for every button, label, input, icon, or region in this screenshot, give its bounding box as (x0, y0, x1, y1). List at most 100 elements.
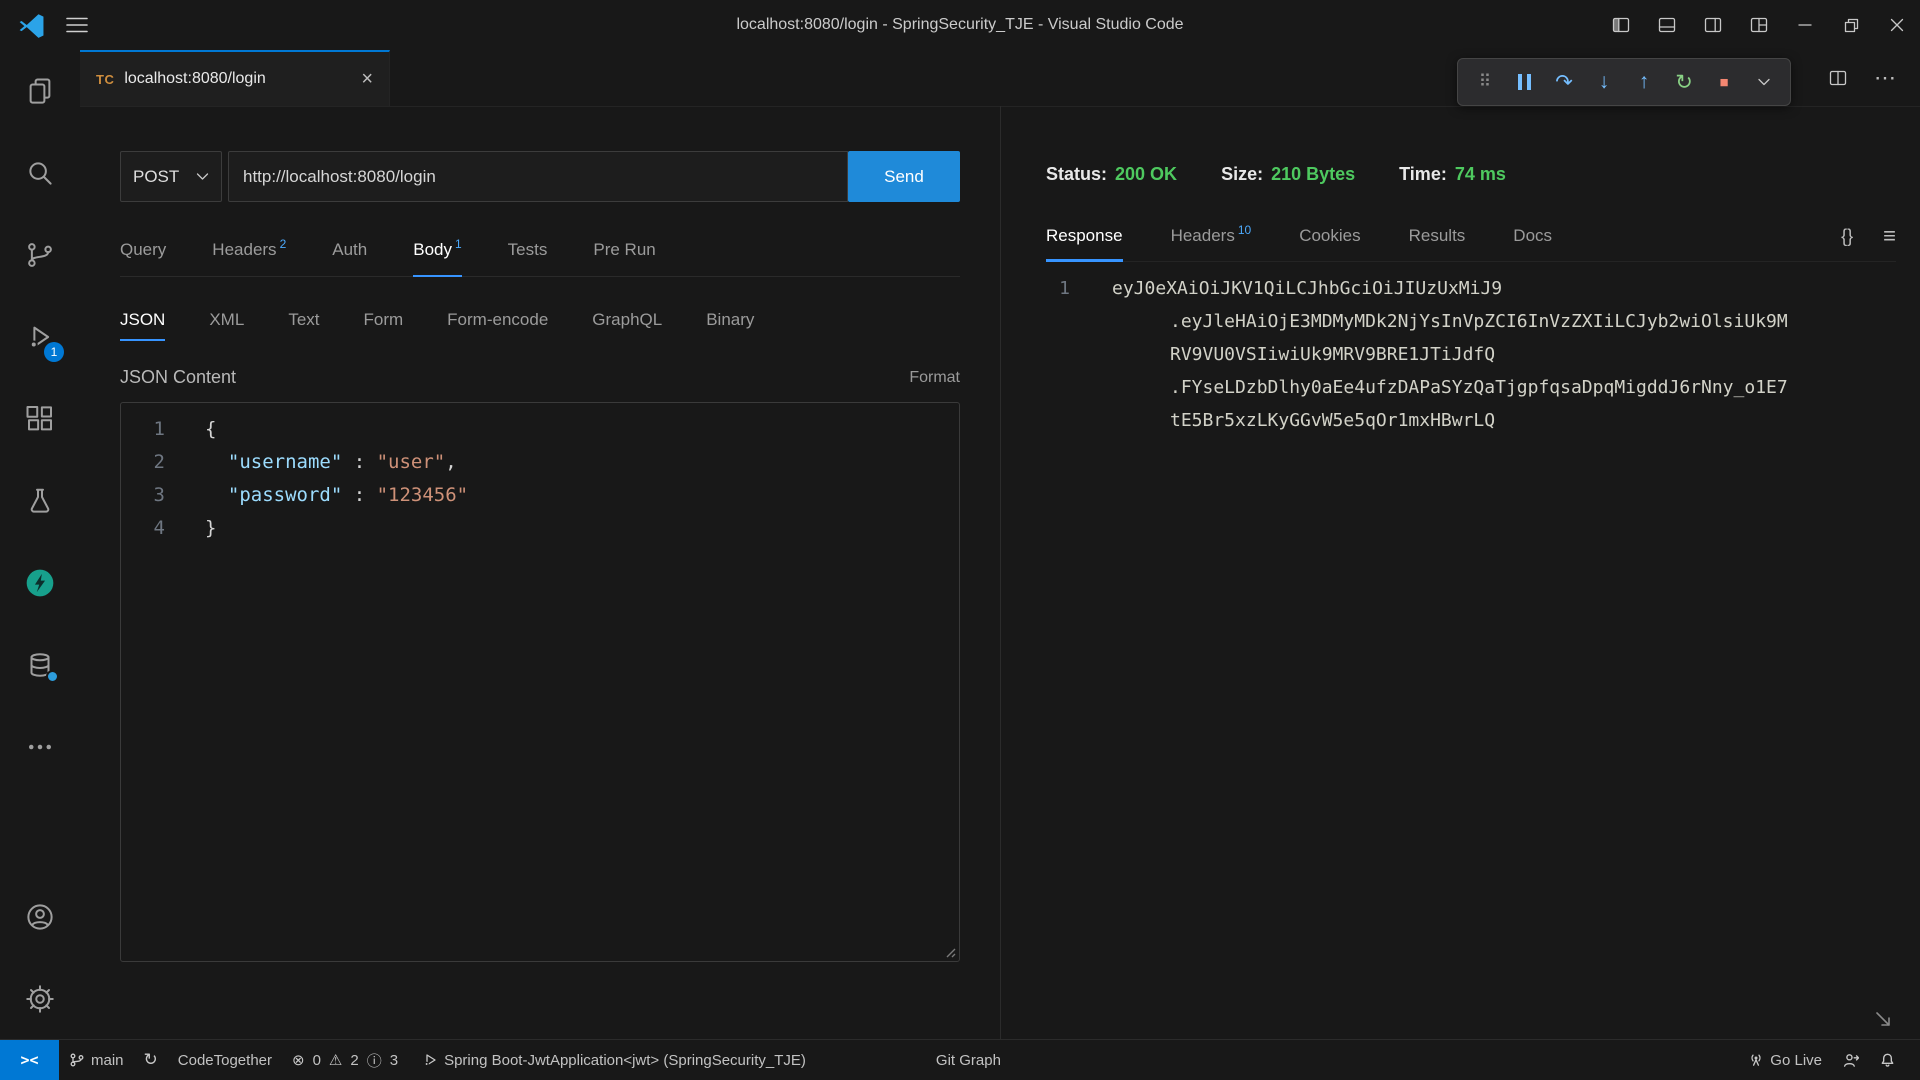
broadcast-icon (1748, 1052, 1764, 1068)
drag-handle-icon[interactable]: ⠿ (1468, 65, 1500, 99)
feedback-person-icon[interactable] (1832, 1040, 1869, 1080)
size-badge: Size: 210 Bytes (1221, 164, 1355, 185)
error-icon: ⊗ (292, 1051, 305, 1069)
headers-count-badge: 2 (280, 237, 287, 251)
tab-tests[interactable]: Tests (508, 224, 548, 276)
tab-body[interactable]: Body1 (413, 224, 461, 276)
extensions-icon[interactable] (0, 378, 80, 460)
go-live-item[interactable]: Go Live (1738, 1040, 1832, 1080)
codetogether-item[interactable]: CodeTogether (168, 1040, 282, 1080)
tab-docs[interactable]: Docs (1513, 211, 1552, 261)
close-tab-icon[interactable]: × (361, 69, 373, 89)
response-line: tE5Br5xzLKyGGvW5e5qOr1mxHBwrLQ (1046, 404, 1896, 437)
json-editor[interactable]: 1 { 2 "username" : "user", 3 "password" … (120, 402, 960, 962)
tab-form-encode[interactable]: Form-encode (447, 297, 548, 343)
toggle-primary-sidebar-icon[interactable] (1598, 0, 1644, 50)
json-content-label: JSON Content (120, 367, 236, 388)
step-into-icon[interactable]: ↓ (1588, 65, 1620, 99)
debug-toolbar: ⠿ ↷ ↓ ↑ ↻ ■ (1457, 58, 1791, 106)
chevron-down-icon (196, 172, 209, 181)
branch-item[interactable]: main (59, 1040, 134, 1080)
editor-more-actions-icon[interactable]: ⋯ (1874, 67, 1896, 89)
menu-icon[interactable] (66, 17, 88, 33)
response-line: 1eyJ0eXAiOiJKV1QiLCJhbGciOiJIUzUxMiJ9 (1046, 272, 1896, 305)
titlebar: localhost:8080/login - SpringSecurity_TJ… (0, 0, 1920, 51)
step-over-icon[interactable]: ↷ (1548, 65, 1580, 99)
database-icon[interactable] (0, 624, 80, 706)
code-line: 2 "username" : "user", (121, 446, 959, 479)
search-icon[interactable] (0, 132, 80, 214)
toggle-panel-icon[interactable] (1644, 0, 1690, 50)
response-line: .FYseLDzbDlhy0aEe4ufzDAPaSYzQaTjgpfqsaDp… (1046, 371, 1896, 404)
accounts-icon[interactable] (0, 876, 80, 958)
debug-start-icon (422, 1052, 438, 1068)
word-wrap-icon[interactable]: ≡ (1883, 223, 1896, 249)
tab-auth[interactable]: Auth (332, 224, 367, 276)
resize-handle[interactable] (942, 944, 956, 958)
tab-headers[interactable]: Headers2 (212, 224, 286, 276)
toggle-secondary-sidebar-icon[interactable] (1690, 0, 1736, 50)
method-select[interactable]: POST (120, 151, 222, 202)
tab-text[interactable]: Text (288, 297, 319, 343)
tab-binary[interactable]: Binary (706, 297, 754, 343)
activity-bar: 1 (0, 50, 81, 1040)
vscode-window: localhost:8080/login - SpringSecurity_TJ… (0, 0, 1920, 1080)
method-value: POST (133, 167, 179, 187)
format-response-icon[interactable]: {} (1841, 226, 1853, 247)
tab-response-headers[interactable]: Headers10 (1171, 211, 1252, 261)
testing-icon[interactable] (0, 460, 80, 542)
close-icon[interactable] (1874, 0, 1920, 50)
git-graph-item[interactable]: Git Graph (926, 1040, 1011, 1080)
restart-icon[interactable]: ↻ (1668, 65, 1700, 99)
debug-badge: 1 (44, 342, 64, 362)
tab-cookies[interactable]: Cookies (1299, 211, 1360, 261)
thunder-client-tab-icon: TC (96, 72, 114, 87)
run-debug-icon[interactable]: 1 (0, 296, 80, 378)
restore-icon[interactable] (1828, 0, 1874, 50)
vscode-logo (18, 12, 44, 38)
notifications-bell-icon[interactable] (1869, 1040, 1906, 1080)
explorer-icon[interactable] (0, 50, 80, 132)
expand-arrow-icon[interactable] (1872, 1008, 1894, 1030)
git-branch-icon (69, 1052, 85, 1068)
pause-icon[interactable] (1508, 65, 1540, 99)
problems-item[interactable]: ⊗0 ⚠2 ⓘ3 (282, 1040, 412, 1080)
body-type-tabs: JSON XML Text Form Form-encode GraphQL B… (120, 297, 960, 343)
tab-form[interactable]: Form (364, 297, 404, 343)
tab-response[interactable]: Response (1046, 211, 1123, 261)
response-headers-count-badge: 10 (1238, 223, 1251, 237)
thunder-client-icon[interactable] (0, 542, 80, 624)
send-button[interactable]: Send (848, 151, 960, 202)
source-control-icon[interactable] (0, 214, 80, 296)
split-editor-icon[interactable] (1828, 68, 1848, 88)
customize-layout-icon[interactable] (1736, 0, 1782, 50)
tab-graphql[interactable]: GraphQL (592, 297, 662, 343)
sync-icon[interactable]: ↻ (134, 1040, 168, 1080)
response-tabs: Response Headers10 Cookies Results Docs … (1046, 211, 1896, 262)
tab-pre-run[interactable]: Pre Run (593, 224, 655, 276)
editor-area: TC localhost:8080/login × ⋯ ⠿ ↷ ↓ ↑ ↻ ■ (80, 50, 1920, 1040)
debug-config-item[interactable]: Spring Boot-JwtApplication<jwt> (SpringS… (412, 1040, 816, 1080)
database-notification-dot (46, 670, 59, 683)
more-tools-icon[interactable] (0, 706, 80, 788)
tab-xml[interactable]: XML (209, 297, 244, 343)
tab-results[interactable]: Results (1409, 211, 1466, 261)
request-tabs: Query Headers2 Auth Body1 Tests Pre Run (120, 224, 960, 277)
response-body[interactable]: 1eyJ0eXAiOiJKV1QiLCJhbGciOiJIUzUxMiJ9 .e… (1046, 272, 1896, 437)
debug-dropdown-chevron-icon[interactable] (1748, 65, 1780, 99)
step-out-icon[interactable]: ↑ (1628, 65, 1660, 99)
format-link[interactable]: Format (909, 369, 960, 387)
code-line: 3 "password" : "123456" (121, 479, 959, 512)
editor-tab[interactable]: TC localhost:8080/login × (80, 50, 390, 106)
remote-indicator[interactable]: >< (0, 1040, 59, 1080)
status-badge: Status: 200 OK (1046, 164, 1177, 185)
tab-json[interactable]: JSON (120, 297, 165, 343)
settings-gear-icon[interactable] (0, 958, 80, 1040)
warning-icon: ⚠ (329, 1051, 342, 1069)
tab-query[interactable]: Query (120, 224, 166, 276)
response-pane: Status: 200 OK Size: 210 Bytes Time: 74 … (1000, 106, 1920, 1040)
code-line: 4 } (121, 512, 959, 545)
minimize-icon[interactable] (1782, 0, 1828, 50)
url-input[interactable] (228, 151, 848, 202)
stop-icon[interactable]: ■ (1708, 65, 1740, 99)
